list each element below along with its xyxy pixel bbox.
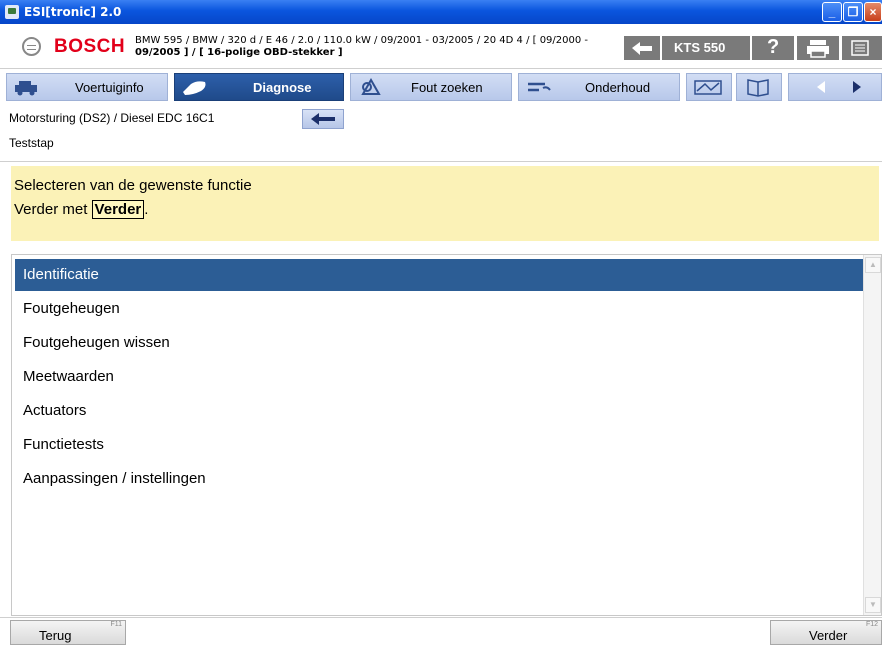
scroll-down-icon[interactable]: ▼ <box>865 597 881 613</box>
app-icon <box>5 5 19 19</box>
function-key-label: F12 <box>865 621 878 628</box>
vehicle-description: BMW 595 / BMW / 320 d / E 46 / 2.0 / 110… <box>135 35 610 59</box>
list-item-identificatie[interactable]: Identificatie <box>15 259 864 291</box>
brand-name: BOSCH <box>54 36 126 57</box>
list-item-label: Foutgeheugen <box>23 300 120 317</box>
tab-diagnose[interactable]: Diagnose <box>174 73 344 101</box>
back-arrow-icon <box>311 113 335 125</box>
help-button[interactable]: ? <box>752 36 794 60</box>
vehicle-info-icon <box>15 81 37 96</box>
list-item-foutgeheugen-wissen[interactable]: Foutgeheugen wissen <box>15 327 864 359</box>
minimize-icon[interactable]: _ <box>822 2 842 22</box>
vehicle-line-2: 09/2005 ] / [ 16-polige OBD-stekker ] <box>135 47 343 58</box>
instruction-line-1: Selecteren van de gewenste functie <box>14 177 252 194</box>
list-item-label: Actuators <box>23 402 87 419</box>
main-navigation: Voertuiginfo Diagnose Fout zoeken Onderh… <box>0 69 882 105</box>
close-icon[interactable]: × <box>864 2 882 22</box>
maintenance-icon <box>528 82 551 92</box>
instruction-line-2: Verder met Verder. <box>14 200 149 219</box>
breadcrumb: Motorsturing (DS2) / Diesel EDC 16C1 <box>9 111 215 125</box>
tab-fout-zoeken[interactable]: Fout zoeken <box>350 73 512 101</box>
terug-button[interactable]: F11 Terug <box>10 620 126 645</box>
signal-tool-button[interactable] <box>686 73 732 101</box>
troubleshoot-icon <box>361 78 381 95</box>
signal-tool-icon <box>694 80 722 95</box>
step-label: Teststap <box>9 136 54 150</box>
breadcrumb-back-button[interactable] <box>302 109 344 129</box>
list-item-label: Meetwaarden <box>23 368 114 385</box>
print-button[interactable] <box>797 36 839 60</box>
list-scrollbar[interactable]: ▲ ▼ <box>863 255 881 615</box>
footer-bar: F11 Terug F12 Verder <box>0 617 882 645</box>
menu-button[interactable] <box>842 36 882 60</box>
function-list: Identificatie Foutgeheugen Foutgeheugen … <box>11 254 882 616</box>
window-title: ESI[tronic] 2.0 <box>24 5 122 19</box>
tab-label: Fout zoeken <box>411 80 483 95</box>
back-arrow-button[interactable] <box>624 36 660 60</box>
list-menu-icon <box>851 40 869 56</box>
scroll-left-icon[interactable] <box>817 81 825 93</box>
bosch-logo-icon <box>22 37 41 56</box>
restore-icon[interactable]: ❐ <box>843 2 863 22</box>
tab-scroll-buttons <box>788 73 882 101</box>
terug-label: Terug <box>39 628 72 643</box>
back-arrow-icon <box>632 42 652 55</box>
vehicle-line-1: BMW 595 / BMW / 320 d / E 46 / 2.0 / 110… <box>135 35 589 46</box>
list-item-meetwaarden[interactable]: Meetwaarden <box>15 361 864 393</box>
book-button[interactable] <box>736 73 782 101</box>
book-icon <box>747 79 769 97</box>
window-titlebar: ESI[tronic] 2.0 _ ❐ × <box>0 0 882 24</box>
list-item-label: Identificatie <box>23 266 99 283</box>
tab-onderhoud[interactable]: Onderhoud <box>518 73 680 101</box>
scroll-up-icon[interactable]: ▲ <box>865 257 881 273</box>
app-header: BOSCH BMW 595 / BMW / 320 d / E 46 / 2.0… <box>0 24 882 69</box>
diagnose-plug-icon <box>183 81 206 95</box>
tab-label: Onderhoud <box>585 80 651 95</box>
list-item-foutgeheugen[interactable]: Foutgeheugen <box>15 293 864 325</box>
list-item-aanpassingen[interactable]: Aanpassingen / instellingen <box>15 463 864 495</box>
printer-icon <box>807 40 829 58</box>
device-button[interactable]: KTS 550 <box>662 36 750 60</box>
verder-label: Verder <box>809 628 848 643</box>
instruction-prefix: Verder met <box>14 201 92 218</box>
verder-reference: Verder <box>91 200 145 219</box>
list-item-label: Foutgeheugen wissen <box>23 334 170 351</box>
list-item-label: Functietests <box>23 436 104 453</box>
help-icon: ? <box>767 36 780 58</box>
tab-label: Diagnose <box>253 80 312 95</box>
function-key-label: F11 <box>110 621 122 628</box>
device-label: KTS 550 <box>674 40 726 55</box>
divider <box>0 161 882 162</box>
verder-button[interactable]: F12 Verder <box>770 620 882 645</box>
tab-scroll-arrows <box>817 81 861 93</box>
instruction-suffix: . <box>144 201 149 218</box>
list-item-actuators[interactable]: Actuators <box>15 395 864 427</box>
instruction-panel: Selecteren van de gewenste functie Verde… <box>11 166 879 241</box>
tab-voertuiginfo[interactable]: Voertuiginfo <box>6 73 168 101</box>
list-item-functietests[interactable]: Functietests <box>15 429 864 461</box>
list-item-label: Aanpassingen / instellingen <box>23 470 206 487</box>
tab-label: Voertuiginfo <box>75 80 144 95</box>
scroll-right-icon[interactable] <box>853 81 861 93</box>
